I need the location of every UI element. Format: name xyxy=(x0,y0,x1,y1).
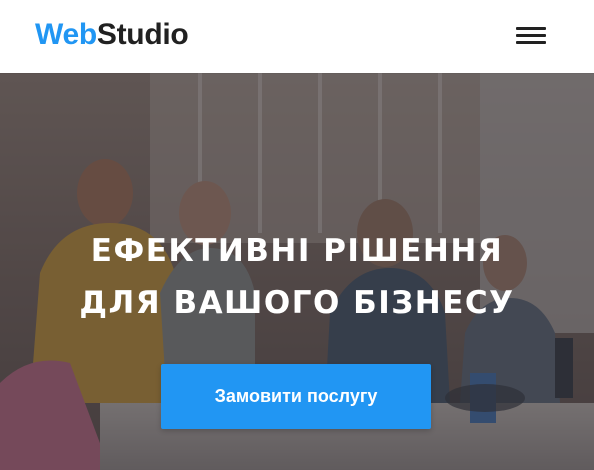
menu-bar xyxy=(516,27,546,30)
order-service-button[interactable]: Замовити послугу xyxy=(161,364,431,429)
site-header: WebStudio xyxy=(0,0,594,73)
hero-title-line-1: ЕФЕКТИВНІ РІШЕННЯ xyxy=(90,233,504,269)
logo-web-text: Web xyxy=(35,18,97,51)
logo[interactable]: WebStudio xyxy=(35,16,189,54)
hamburger-menu-icon[interactable] xyxy=(514,24,548,48)
hero-title: ЕФЕКТИВНІ РІШЕННЯ ДЛЯ ВАШОГО БІЗНЕСУ xyxy=(0,225,594,329)
menu-bar xyxy=(516,34,546,37)
hero-title-line-2: ДЛЯ ВАШОГО БІЗНЕСУ xyxy=(79,285,515,321)
hero-section: ЕФЕКТИВНІ РІШЕННЯ ДЛЯ ВАШОГО БІЗНЕСУ Зам… xyxy=(0,73,594,470)
menu-bar xyxy=(516,41,546,44)
logo-studio-text: Studio xyxy=(96,18,189,51)
